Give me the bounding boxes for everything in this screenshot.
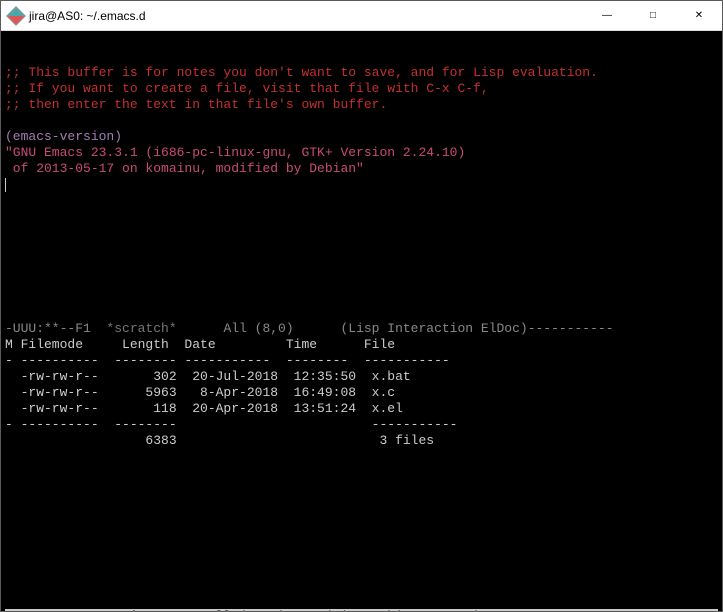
- archive-divider: - ---------- -------- ----------- ------…: [5, 353, 718, 369]
- text-cursor: [5, 178, 6, 192]
- archive-header: M Filemode Length Date Time File: [5, 337, 718, 353]
- minimize-button[interactable]: —: [584, 1, 630, 31]
- archive-total: 6383 3 files: [5, 433, 718, 449]
- app-window: jira@AS0: ~/.emacs.d — □ ✕ ;; This buffe…: [0, 0, 723, 612]
- lisp-expr: (emacs-version): [5, 129, 718, 145]
- archive-divider: - ---------- -------- -----------: [5, 417, 718, 433]
- modeline-scratch[interactable]: -UUU:**--F1 *scratch* All (8,0) (Lisp In…: [5, 321, 718, 337]
- app-icon: [6, 6, 26, 26]
- lisp-result-line: of 2013-05-17 on komainu, modified by De…: [5, 161, 718, 177]
- archive-row[interactable]: -rw-rw-r-- 302 20-Jul-2018 12:35:50 x.ba…: [5, 369, 718, 385]
- buffer-name: x.zip: [106, 609, 145, 611]
- maximize-button[interactable]: □: [630, 1, 676, 31]
- cursor-line: [5, 177, 718, 193]
- lisp-result-line: "GNU Emacs 23.3.1 (i686-pc-linux-gnu, GT…: [5, 145, 718, 161]
- archive-row[interactable]: -rw-rw-r-- 5963 8-Apr-2018 16:49:08 x.c: [5, 385, 718, 401]
- window-title: jira@AS0: ~/.emacs.d: [29, 9, 146, 23]
- major-mode: (Lisp Interaction ElDoc): [340, 321, 527, 336]
- scratch-comment-line: ;; then enter the text in that file's ow…: [5, 97, 718, 113]
- terminal[interactable]: ;; This buffer is for notes you don't wa…: [1, 31, 722, 611]
- scratch-comment-line: ;; This buffer is for notes you don't wa…: [5, 65, 718, 81]
- buffer-name: *scratch*: [106, 321, 176, 336]
- blank-line: [5, 113, 718, 129]
- archive-row[interactable]: -rw-rw-r-- 118 20-Apr-2018 13:51:24 x.el: [5, 401, 718, 417]
- titlebar[interactable]: jira@AS0: ~/.emacs.d — □ ✕: [1, 1, 722, 31]
- scratch-comment-line: ;; If you want to create a file, visit t…: [5, 81, 718, 97]
- major-mode: (Zip-Archive Narrow): [325, 609, 481, 611]
- close-button[interactable]: ✕: [676, 1, 722, 31]
- modeline-zip[interactable]: -UU=:%%--F1 x.zip All (3,47) (Zip-Archiv…: [5, 609, 718, 611]
